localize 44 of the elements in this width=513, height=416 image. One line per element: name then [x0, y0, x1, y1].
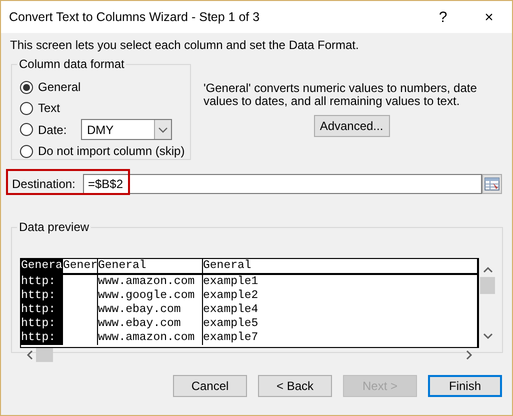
table-cell: http:: [21, 275, 63, 289]
format-description: 'General' converts numeric values to numbers, date values to dates, and all remaining values to text.: [204, 82, 478, 108]
table-cell: www.amazon.com: [98, 275, 203, 289]
range-picker-button[interactable]: [482, 174, 502, 194]
window-title: Convert Text to Columns Wizard - Step 1 of 3: [9, 10, 261, 24]
radio-button[interactable]: [20, 144, 33, 158]
scrollbar-thumb[interactable]: [480, 277, 495, 294]
table-cell: http:: [21, 331, 63, 345]
table-cell-text: example5: [203, 317, 260, 331]
advanced-button[interactable]: Advanced...: [314, 115, 390, 137]
dialog-button[interactable]: Finish: [428, 375, 502, 397]
dialog-button[interactable]: < Back: [258, 375, 332, 397]
column-header[interactable]: Gener: [63, 259, 98, 273]
column-header[interactable]: General: [203, 259, 477, 273]
table-cell-text: example4: [203, 303, 260, 317]
group-title: Column data format: [17, 57, 126, 71]
table-cell: www.google.com: [98, 289, 203, 303]
table-cell-text: example7: [203, 331, 260, 345]
table-cell: www.ebay.com: [98, 317, 203, 331]
table-cell-text: example1: [203, 275, 260, 289]
table-cell: www.amazon.com: [98, 331, 203, 345]
option-label[interactable]: General: [38, 80, 81, 94]
column-header[interactable]: Genera: [21, 259, 63, 273]
option-label[interactable]: Text: [38, 101, 60, 115]
radio-button[interactable]: [20, 123, 33, 136]
dialog-button[interactable]: Cancel: [173, 375, 247, 397]
scrollbar-thumb[interactable]: [36, 348, 53, 362]
date-format-dropdown[interactable]: DMY: [81, 119, 172, 140]
table-cell: http:: [21, 289, 63, 303]
close-button[interactable]: ×: [466, 8, 512, 26]
table-cell-text: example2: [203, 289, 260, 303]
option-label[interactable]: Date:: [38, 122, 76, 136]
help-button[interactable]: ?: [420, 8, 466, 26]
destination-field[interactable]: =$B$2: [83, 174, 482, 194]
table-cell: http:: [21, 317, 63, 331]
radio-button[interactable]: [20, 80, 33, 94]
option-label[interactable]: Do not import column (skip): [38, 144, 185, 158]
column-header[interactable]: General: [98, 259, 203, 273]
instruction-text: This screen lets you select each column and set the Data Format.: [10, 38, 360, 52]
table-cell: http:: [21, 303, 63, 317]
destination-label: Destination:: [12, 177, 76, 191]
table-cell: www.ebay.com: [98, 303, 203, 317]
group-title: Data preview: [17, 220, 92, 234]
radio-button[interactable]: [20, 102, 33, 114]
